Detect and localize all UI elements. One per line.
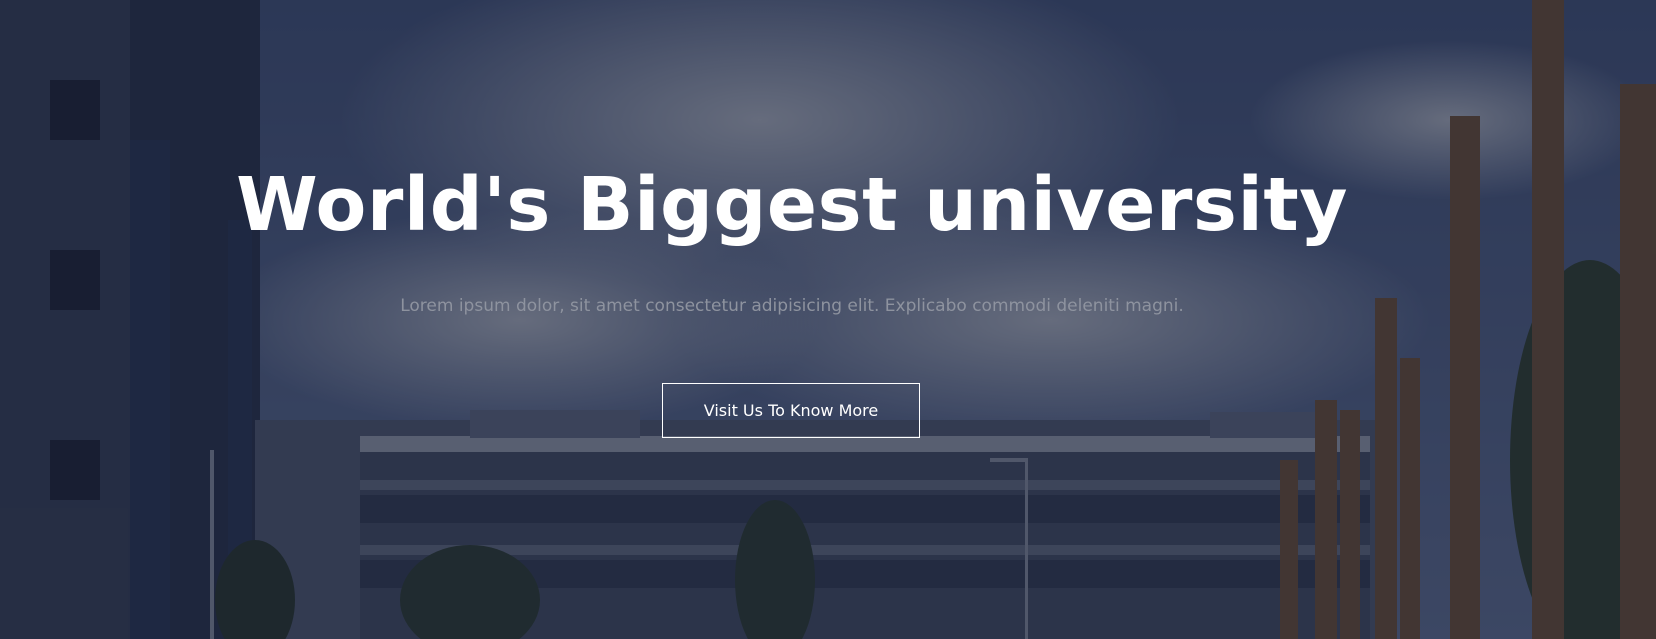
- hero-section: World's Biggest university Lorem ipsum d…: [0, 0, 1656, 639]
- visit-us-button[interactable]: Visit Us To Know More: [662, 383, 920, 438]
- hero-content: World's Biggest university Lorem ipsum d…: [0, 0, 1656, 639]
- hero-title: World's Biggest university: [236, 162, 1348, 248]
- hero-subtitle: Lorem ipsum dolor, sit amet consectetur …: [400, 296, 1184, 316]
